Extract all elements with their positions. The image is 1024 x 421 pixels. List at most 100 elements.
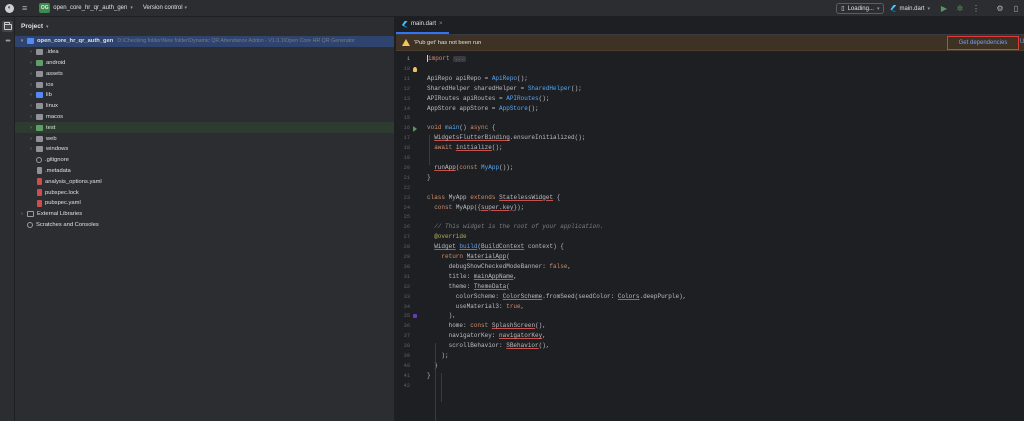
file-icon — [37, 167, 42, 175]
tree-item-label: assets — [46, 70, 63, 77]
chevron-right-icon[interactable]: › — [28, 114, 34, 120]
main-menu-icon[interactable]: ≡ — [22, 3, 27, 13]
debug-icon[interactable]: ✲ — [952, 0, 968, 17]
line-number: 35 — [403, 313, 410, 320]
tree-item[interactable]: › ios — [15, 79, 394, 90]
yaml-file-icon — [37, 199, 42, 207]
line-number: 17 — [403, 135, 410, 142]
folder-icon — [36, 59, 43, 66]
get-dependencies-button[interactable]: Get dependencies — [947, 36, 1019, 50]
chevron-right-icon[interactable]: › — [19, 211, 25, 217]
code-editor[interactable]: 1 import ... 10 11 ApiRepo apiRepo = ApiRepo… — [396, 53, 1024, 421]
project-tree: ▾ open_core_hr_qr_auth_gen D:\Checking fol… — [15, 36, 394, 230]
tree-item-label: android — [46, 59, 66, 66]
project-panel: Project ▾ ▾ open_core_hr_qr_auth_gen D:\Ch… — [15, 17, 395, 421]
folder-icon — [36, 70, 43, 77]
tree-item[interactable]: › test — [15, 122, 394, 134]
editor-tabs: main.dart × — [396, 17, 1024, 35]
settings-icon[interactable]: ⚙ — [992, 0, 1008, 17]
code-line: useMaterial3: true, — [427, 302, 525, 310]
chevron-right-icon[interactable]: › — [28, 92, 34, 98]
chevron-right-icon[interactable]: › — [28, 71, 34, 77]
chevron-right-icon[interactable]: › — [28, 82, 34, 88]
tree-item[interactable]: analysis_options.yaml — [15, 176, 394, 187]
project-panel-header[interactable]: Project ▾ — [15, 17, 394, 36]
code-line: void main() async { — [427, 124, 496, 132]
more-tools-button[interactable]: ••• — [2, 36, 13, 47]
editor-area: main.dart × 'Pub get' has not been run G… — [396, 17, 1024, 421]
code-line: ); — [427, 352, 449, 359]
indent-guide — [435, 343, 436, 421]
more-icon[interactable]: ⋮ — [968, 0, 984, 17]
line-number: 20 — [403, 164, 410, 171]
tree-item[interactable]: › web — [15, 133, 394, 144]
line-number: 27 — [403, 234, 410, 241]
line-number: 26 — [403, 224, 410, 231]
run-gutter-icon[interactable] — [413, 126, 417, 133]
chevron-right-icon[interactable]: ▾ — [19, 38, 25, 44]
color-swatch-icon[interactable] — [413, 314, 417, 319]
folder-icon — [27, 38, 34, 45]
device-selector[interactable]: ▯ Loading... ▾ — [836, 3, 885, 14]
tree-item-label: analysis_options.yaml — [45, 178, 102, 185]
line-number: 42 — [403, 382, 410, 389]
tree-item[interactable]: › lib — [15, 90, 394, 101]
line-number: 37 — [403, 333, 410, 340]
tree-item[interactable]: › android — [15, 58, 394, 69]
code-line: return MaterialApp( — [441, 253, 510, 260]
run-config-label: main.dart — [899, 5, 925, 12]
project-path: D:\Checking folder\New folder\Dynamic QR… — [117, 38, 355, 45]
ide-logo-icon[interactable]: ◐ — [5, 3, 14, 13]
tree-item[interactable]: pubspec.yaml — [15, 198, 394, 209]
line-number: 11 — [403, 75, 410, 82]
tree-item[interactable]: › External Libraries — [15, 209, 394, 220]
line-number: 40 — [403, 362, 410, 369]
code-line: runApp(const MyApp()); — [434, 163, 514, 171]
version-control-label: Version control — [142, 5, 183, 11]
tab-main-dart[interactable]: main.dart × — [396, 16, 449, 34]
tree-item[interactable]: › windows — [15, 144, 394, 155]
tree-item[interactable]: › assets — [15, 68, 394, 79]
tree-item-label: .gitignore — [45, 157, 69, 164]
gitignore-icon — [36, 157, 42, 164]
indent-guide — [429, 135, 430, 165]
tree-item[interactable]: pubspec.lock — [15, 187, 394, 198]
chevron-right-icon[interactable]: › — [28, 125, 34, 131]
toolbar-right: ▯ Loading... ▾ main.dart ▾ ▶ ✲ ⋮ ⚙ ▯ — [836, 0, 1024, 17]
version-control-menu[interactable]: Version control ▾ — [143, 5, 187, 11]
tree-item[interactable]: .gitignore — [15, 155, 394, 166]
code-line: APIRoutes apiRoutes = APIRoutes(); — [427, 94, 550, 102]
project-tool-button[interactable] — [2, 21, 13, 32]
code-line: } — [427, 173, 431, 181]
banner-extra-link[interactable]: U — [1020, 39, 1024, 45]
device-manager-icon[interactable]: ▯ — [1008, 0, 1024, 17]
line-number: 29 — [403, 254, 410, 260]
lightbulb-icon[interactable] — [413, 66, 417, 72]
code-line: const MyApp({super.key}); — [434, 203, 525, 211]
line-number: 15 — [403, 115, 410, 122]
tree-item[interactable]: › linux — [15, 101, 394, 112]
code-line: class MyApp extends StatelessWidget { — [427, 193, 561, 201]
chevron-right-icon[interactable]: › — [28, 136, 34, 142]
chevron-down-icon: ▾ — [927, 5, 930, 12]
tree-item[interactable]: › .idea — [15, 47, 394, 58]
tree-item[interactable]: Scratches and Consoles — [15, 220, 394, 231]
code-line: home: const SplashScreen(), — [427, 322, 546, 330]
line-number: 24 — [403, 204, 410, 211]
close-icon[interactable]: × — [439, 21, 443, 27]
tree-item-label: web — [46, 135, 57, 142]
chevron-right-icon[interactable]: › — [28, 146, 34, 152]
tree-item[interactable]: ▾ open_core_hr_qr_auth_gen D:\Checking fol… — [15, 36, 394, 47]
folder-icon — [36, 49, 43, 56]
run-config-selector[interactable]: main.dart ▾ — [890, 5, 930, 12]
chevron-right-icon[interactable]: › — [28, 49, 34, 55]
tree-item[interactable]: .metadata — [15, 166, 394, 177]
chevron-right-icon[interactable]: › — [28, 103, 34, 109]
line-number: 25 — [403, 214, 410, 221]
pub-get-banner: 'Pub get' has not been run Get dependenc… — [396, 35, 1024, 51]
tree-item[interactable]: › macos — [15, 112, 394, 123]
project-switcher[interactable]: OG open_core_hr_qr_auth_gen ▾ — [39, 3, 133, 13]
lock-file-icon — [37, 189, 42, 197]
run-icon[interactable]: ▶ — [936, 0, 952, 17]
chevron-right-icon[interactable]: › — [28, 60, 34, 66]
